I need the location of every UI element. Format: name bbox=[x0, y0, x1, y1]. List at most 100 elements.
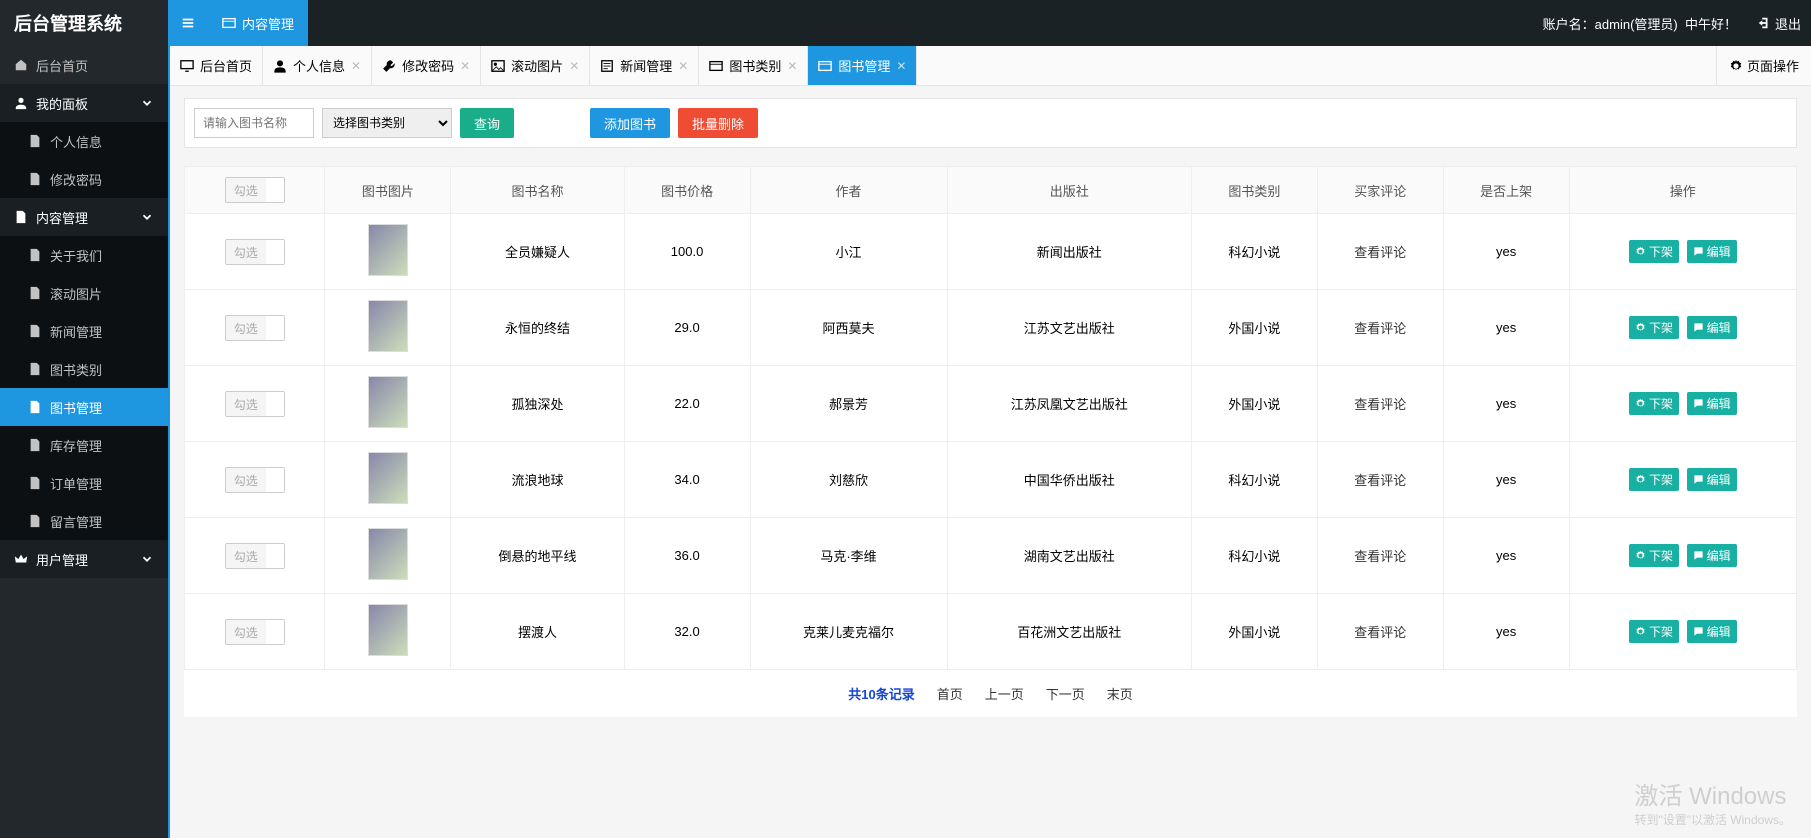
pager-last[interactable]: 末页 bbox=[1107, 684, 1133, 703]
sidebar-item[interactable]: 图书管理 bbox=[0, 388, 168, 426]
off-shelf-button[interactable]: 下架 bbox=[1629, 468, 1679, 491]
batch-delete-button[interactable]: 批量删除 bbox=[678, 108, 758, 138]
sidebar-item[interactable]: 关于我们 bbox=[0, 236, 168, 274]
pager-first[interactable]: 首页 bbox=[937, 684, 963, 703]
tab[interactable]: 修改密码✕ bbox=[372, 46, 481, 85]
sidebar-item[interactable]: 图书类别 bbox=[0, 350, 168, 388]
sidebar-item[interactable]: 个人信息 bbox=[0, 122, 168, 160]
logout-button[interactable]: 退出 bbox=[1747, 14, 1811, 33]
hamburger-icon bbox=[181, 16, 195, 30]
book-category: 科幻小说 bbox=[1191, 518, 1317, 594]
row-select[interactable]: 勾选 bbox=[225, 315, 285, 341]
search-toolbar: 选择图书类别 查询 添加图书 批量删除 bbox=[184, 98, 1797, 148]
select-all[interactable]: 勾选 bbox=[225, 177, 285, 203]
top-active-module[interactable]: 内容管理 bbox=[208, 0, 308, 46]
book-category: 科幻小说 bbox=[1191, 214, 1317, 290]
edit-button[interactable]: 编辑 bbox=[1687, 316, 1737, 339]
book-category: 外国小说 bbox=[1191, 366, 1317, 442]
gear-icon bbox=[1635, 322, 1646, 333]
sidebar-toggle[interactable] bbox=[168, 0, 208, 46]
on-shelf: yes bbox=[1443, 442, 1569, 518]
sidebar-item[interactable]: 留言管理 bbox=[0, 502, 168, 540]
tab[interactable]: 图书管理✕ bbox=[808, 46, 917, 85]
edit-button[interactable]: 编辑 bbox=[1687, 240, 1737, 263]
close-icon[interactable]: ✕ bbox=[351, 59, 361, 73]
sidebar-item[interactable]: 修改密码 bbox=[0, 160, 168, 198]
search-input[interactable] bbox=[194, 108, 314, 138]
query-button[interactable]: 查询 bbox=[460, 108, 514, 138]
sidebar-item[interactable]: 新闻管理 bbox=[0, 312, 168, 350]
doc-icon bbox=[28, 362, 42, 376]
home-icon bbox=[14, 58, 28, 72]
view-comments[interactable]: 查看评论 bbox=[1354, 397, 1406, 412]
book-price: 22.0 bbox=[624, 366, 750, 442]
pager-prev[interactable]: 上一页 bbox=[985, 684, 1024, 703]
row-select[interactable]: 勾选 bbox=[225, 467, 285, 493]
view-comments[interactable]: 查看评论 bbox=[1354, 245, 1406, 260]
edit-button[interactable]: 编辑 bbox=[1687, 620, 1737, 643]
view-comments[interactable]: 查看评论 bbox=[1354, 549, 1406, 564]
sidebar-group[interactable]: 我的面板 bbox=[0, 84, 168, 122]
sidebar-group[interactable]: 内容管理 bbox=[0, 198, 168, 236]
user-icon bbox=[14, 96, 28, 110]
tab[interactable]: 新闻管理✕ bbox=[590, 46, 699, 85]
row-select[interactable]: 勾选 bbox=[225, 239, 285, 265]
sidebar-item[interactable]: 订单管理 bbox=[0, 464, 168, 502]
edit-button[interactable]: 编辑 bbox=[1687, 468, 1737, 491]
close-icon[interactable]: ✕ bbox=[460, 59, 470, 73]
row-select[interactable]: 勾选 bbox=[225, 543, 285, 569]
tab[interactable]: 图书类别✕ bbox=[699, 46, 808, 85]
category-select[interactable]: 选择图书类别 bbox=[322, 108, 452, 138]
sidebar-item[interactable]: 库存管理 bbox=[0, 426, 168, 464]
book-name: 孤独深处 bbox=[451, 366, 624, 442]
chat-icon bbox=[1693, 246, 1704, 257]
column-header: 作者 bbox=[750, 167, 947, 214]
page-actions[interactable]: 页面操作 bbox=[1716, 46, 1811, 85]
sidebar: 后台首页 我的面板个人信息修改密码内容管理关于我们滚动图片新闻管理图书类别图书管… bbox=[0, 46, 168, 838]
sidebar-item[interactable]: 滚动图片 bbox=[0, 274, 168, 312]
off-shelf-button[interactable]: 下架 bbox=[1629, 620, 1679, 643]
view-comments[interactable]: 查看评论 bbox=[1354, 473, 1406, 488]
on-shelf: yes bbox=[1443, 594, 1569, 670]
column-header: 是否上架 bbox=[1443, 167, 1569, 214]
sidebar-group[interactable]: 用户管理 bbox=[0, 540, 168, 578]
sidebar-home[interactable]: 后台首页 bbox=[0, 46, 168, 84]
close-icon[interactable]: ✕ bbox=[678, 59, 688, 73]
tab[interactable]: 后台首页 bbox=[170, 46, 263, 85]
page-tabs: 后台首页个人信息✕修改密码✕滚动图片✕新闻管理✕图书类别✕图书管理✕ 页面操作 bbox=[170, 46, 1811, 86]
doc-icon bbox=[28, 286, 42, 300]
close-icon[interactable]: ✕ bbox=[569, 59, 579, 73]
edit-button[interactable]: 编辑 bbox=[1687, 392, 1737, 415]
off-shelf-button[interactable]: 下架 bbox=[1629, 240, 1679, 263]
chevron-down-icon bbox=[140, 552, 154, 566]
pager-next[interactable]: 下一页 bbox=[1046, 684, 1085, 703]
chat-icon bbox=[1693, 398, 1704, 409]
view-comments[interactable]: 查看评论 bbox=[1354, 625, 1406, 640]
close-icon[interactable]: ✕ bbox=[787, 59, 797, 73]
table-row: 勾选 流浪地球 34.0 刘慈欣 中国华侨出版社 科幻小说 查看评论 yes 下… bbox=[185, 442, 1797, 518]
off-shelf-button[interactable]: 下架 bbox=[1629, 392, 1679, 415]
doc-icon bbox=[28, 172, 42, 186]
wrench-icon bbox=[382, 59, 396, 73]
doc-icon bbox=[14, 210, 28, 224]
tab[interactable]: 个人信息✕ bbox=[263, 46, 372, 85]
gear-icon bbox=[1635, 246, 1646, 257]
off-shelf-button[interactable]: 下架 bbox=[1629, 544, 1679, 567]
off-shelf-button[interactable]: 下架 bbox=[1629, 316, 1679, 339]
book-name: 全员嫌疑人 bbox=[451, 214, 624, 290]
row-select[interactable]: 勾选 bbox=[225, 619, 285, 645]
edit-button[interactable]: 编辑 bbox=[1687, 544, 1737, 567]
row-select[interactable]: 勾选 bbox=[225, 391, 285, 417]
chat-icon bbox=[1693, 474, 1704, 485]
book-name: 倒悬的地平线 bbox=[451, 518, 624, 594]
table-row: 勾选 摆渡人 32.0 克莱儿麦克福尔 百花洲文艺出版社 外国小说 查看评论 y… bbox=[185, 594, 1797, 670]
book-price: 32.0 bbox=[624, 594, 750, 670]
close-icon[interactable]: ✕ bbox=[896, 59, 906, 73]
gear-icon bbox=[1729, 59, 1743, 73]
view-comments[interactable]: 查看评论 bbox=[1354, 321, 1406, 336]
add-book-button[interactable]: 添加图书 bbox=[590, 108, 670, 138]
user-edit-icon bbox=[273, 59, 287, 73]
tab[interactable]: 滚动图片✕ bbox=[481, 46, 590, 85]
doc-icon bbox=[28, 476, 42, 490]
gear-icon bbox=[1635, 398, 1646, 409]
